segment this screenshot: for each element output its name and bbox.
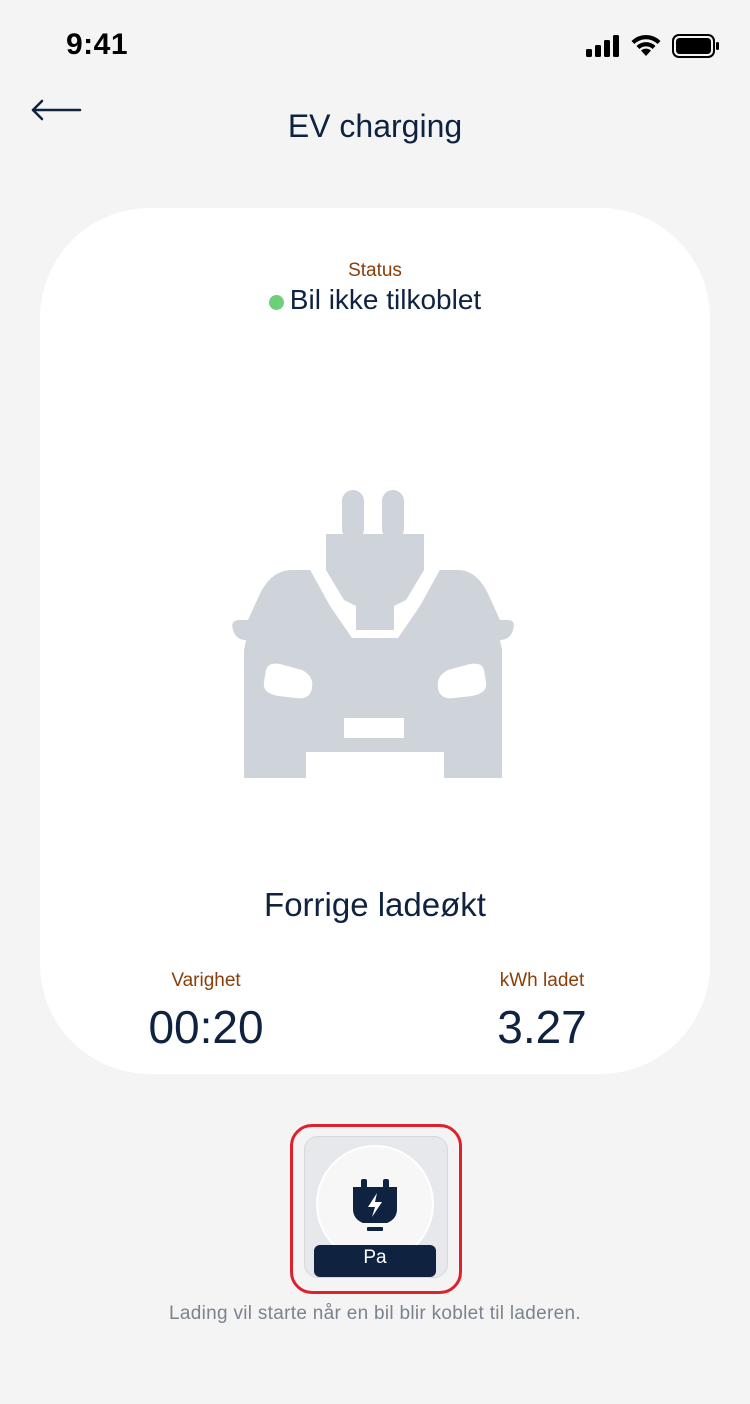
- status-value: Bil ikke tilkoblet: [289, 284, 482, 315]
- energy-stat: kWh ladet 3.27: [432, 970, 652, 1054]
- status-time: 9:41: [66, 28, 129, 61]
- status-icons: [586, 34, 720, 58]
- last-session-title: Forrige ladeøkt: [264, 886, 486, 923]
- duration-stat: Varighet 00:20: [96, 970, 316, 1054]
- helper-text: Lading vil starte når en bil blir koblet…: [169, 1303, 581, 1324]
- cellular-signal-icon: [586, 35, 619, 57]
- duration-label: Varighet: [171, 970, 241, 991]
- car-plug-illustration: [232, 490, 514, 778]
- plug-lightning-icon: [353, 1179, 397, 1231]
- status-row: Bil ikke tilkoblet: [40, 284, 710, 316]
- energy-label: kWh ladet: [499, 970, 585, 991]
- status-indicator-dot: [268, 294, 284, 310]
- status-label: Status: [348, 260, 402, 281]
- energy-value: 3.27: [497, 1001, 587, 1053]
- license-plate: [344, 718, 404, 738]
- battery-icon: [672, 34, 719, 58]
- charging-status-card: Status Bil ikke tilkoblet Forrige ladeøk…: [40, 208, 710, 1074]
- duration-value: 00:20: [148, 1001, 264, 1053]
- plug-prong-left: [342, 490, 364, 540]
- toggle-label: Pa: [314, 1245, 436, 1277]
- status-bar: 9:41: [0, 0, 750, 90]
- page-title: EV charging: [287, 108, 463, 144]
- wifi-icon: [631, 34, 661, 56]
- charging-toggle-button[interactable]: Pa: [304, 1136, 448, 1278]
- plug-prong-right: [382, 490, 404, 540]
